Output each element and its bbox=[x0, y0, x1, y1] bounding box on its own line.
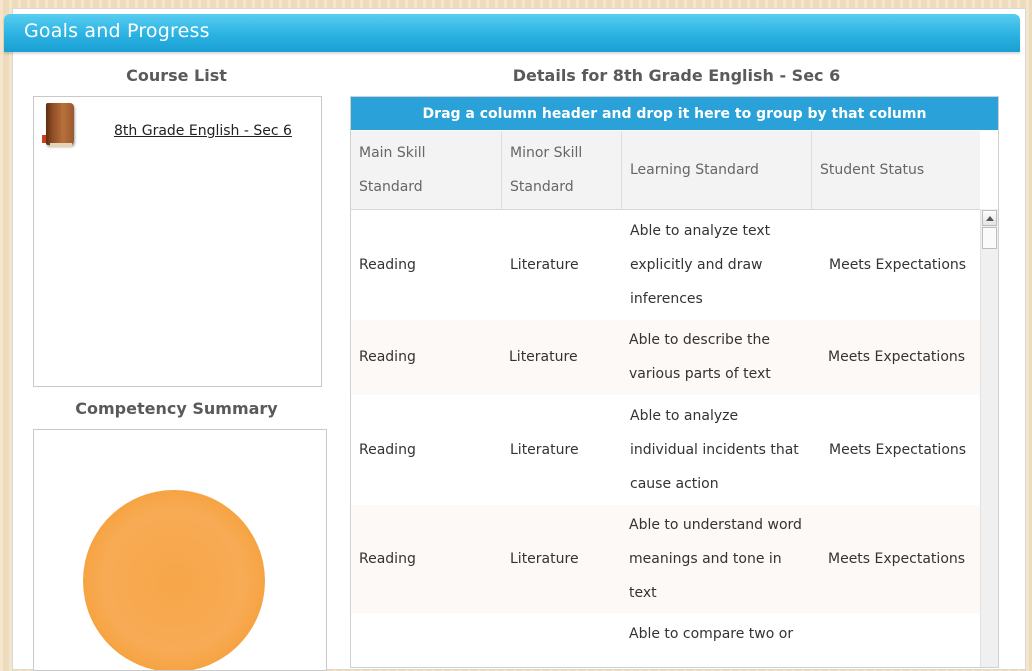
course-list-box: 8th Grade English - Sec 6 bbox=[33, 96, 322, 387]
column-header-main-skill[interactable]: Main Skill Standard bbox=[351, 131, 502, 209]
column-header-learning-standard[interactable]: Learning Standard bbox=[622, 131, 812, 209]
cell-student-status: Meets Expectations bbox=[829, 257, 967, 273]
column-header-student-status[interactable]: Student Status bbox=[812, 131, 980, 209]
group-by-drop-zone[interactable]: Drag a column header and drop it here to… bbox=[351, 97, 998, 130]
scrollbar-thumb[interactable] bbox=[982, 227, 997, 249]
table-row[interactable]: Reading Literature Able to understand wo… bbox=[351, 505, 980, 613]
table-row[interactable]: Reading Literature Able to analyze indiv… bbox=[351, 395, 980, 505]
scroll-up-arrow-icon[interactable] bbox=[982, 210, 997, 226]
competency-summary-title: Competency Summary bbox=[75, 399, 278, 418]
table-row[interactable]: Reading Literature Able to describe the … bbox=[351, 320, 980, 395]
course-list-title: Course List bbox=[126, 66, 227, 85]
competency-chart-box bbox=[33, 429, 327, 671]
cell-student-status: Meets Expectations bbox=[828, 551, 966, 567]
cell-learning-standard: Able to understand word meanings and ton… bbox=[629, 517, 802, 601]
book-ribbon bbox=[42, 135, 46, 143]
cell-minor-skill: Literature bbox=[509, 349, 578, 365]
cell-student-status: Meets Expectations bbox=[829, 442, 967, 458]
cell-minor-skill: Literature bbox=[510, 442, 579, 458]
cell-main-skill: Reading bbox=[359, 442, 416, 458]
cell-learning-standard: Able to analyze individual incidents tha… bbox=[630, 408, 799, 492]
cell-minor-skill: Literature bbox=[510, 257, 579, 273]
cell-learning-standard: Able to describe the various parts of te… bbox=[629, 332, 771, 382]
table-row[interactable]: Reading Literature Able to analyze text … bbox=[351, 210, 980, 320]
page-title: Goals and Progress bbox=[24, 20, 210, 42]
details-grid: Drag a column header and drop it here to… bbox=[350, 96, 999, 668]
cell-main-skill: Reading bbox=[359, 551, 416, 567]
grid-header-row: Main Skill Standard Minor Skill Standard… bbox=[351, 131, 980, 210]
cell-main-skill: Reading bbox=[359, 257, 416, 273]
course-link[interactable]: 8th Grade English - Sec 6 bbox=[114, 123, 292, 139]
cell-minor-skill: Literature bbox=[510, 551, 579, 567]
competency-pie-slice[interactable] bbox=[83, 490, 265, 670]
cell-student-status: Meets Expectations bbox=[828, 349, 966, 365]
book-icon bbox=[46, 103, 74, 147]
cell-main-skill: Reading bbox=[359, 349, 416, 365]
details-title: Details for 8th Grade English - Sec 6 bbox=[512, 66, 841, 85]
cell-learning-standard: Able to compare two or bbox=[629, 626, 794, 642]
column-header-minor-skill[interactable]: Minor Skill Standard bbox=[502, 131, 622, 209]
cell-learning-standard: Able to analyze text explicitly and draw… bbox=[630, 223, 771, 307]
header-banner: Goals and Progress bbox=[4, 14, 1020, 52]
grid-scrollbar[interactable] bbox=[980, 209, 998, 667]
